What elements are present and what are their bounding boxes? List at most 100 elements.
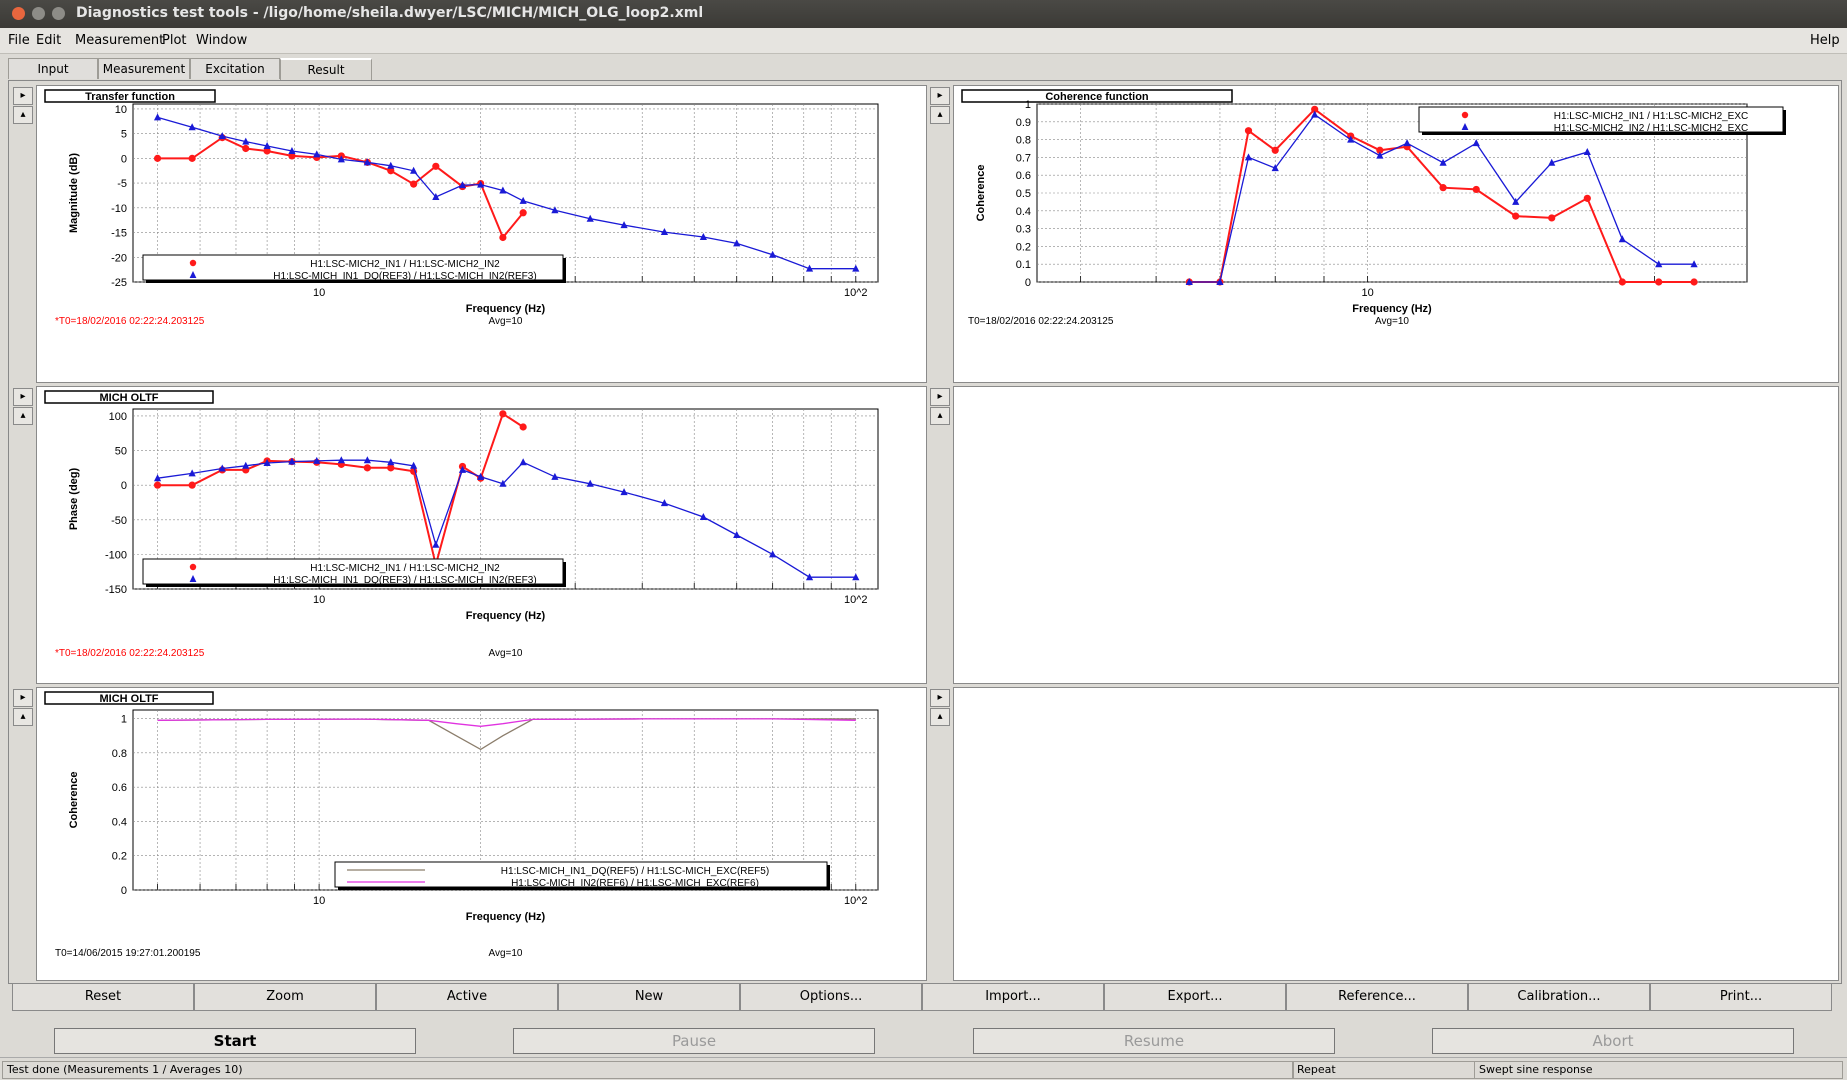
tab-excitation[interactable]: Excitation <box>190 58 280 79</box>
pad4-select-arrow-icon[interactable]: ▴ <box>930 407 950 425</box>
export-button[interactable]: Export... <box>1104 983 1286 1011</box>
data-point-red <box>1548 214 1556 222</box>
x-axis-label: Frequency (Hz) <box>466 610 546 622</box>
pad6-select-arrow-icon[interactable]: ▴ <box>930 708 950 726</box>
reference-coherence-plot: MICH OLTF 1 0.8 0.6 0.4 0.2 0 10 10^2 Frequency (… <box>44 691 879 959</box>
pad5-options-arrow-icon[interactable]: ▸ <box>13 689 33 707</box>
x-tick-label: 10 <box>313 895 325 907</box>
timestamp-label: T0=14/06/2015 19:27:01.200195 <box>55 948 201 959</box>
transfer-function-plot: Transfer function1050-5-10-15-20-2510 10^… <box>44 89 879 327</box>
y-tick-label: 0.8 <box>112 748 127 760</box>
pad1-options-arrow-icon[interactable]: ▸ <box>13 87 33 105</box>
data-point-red <box>188 154 196 162</box>
y-tick-label: 0.1 <box>1016 259 1031 271</box>
y-tick-label: -25 <box>111 277 127 289</box>
timestamp-label: T0=18/02/2016 02:22:24.203125 <box>968 316 1114 327</box>
pad-title: Transfer function <box>85 91 175 103</box>
timestamp-label: *T0=18/02/2016 02:22:24.203125 <box>55 316 205 327</box>
phase-plot: MICH OLTF 100 50 0 -50 -100 -150 10 10^2 Frequenc… <box>44 390 879 659</box>
print-button[interactable]: Print... <box>1650 983 1832 1011</box>
y-tick-label: 0 <box>121 480 127 492</box>
pad-coherence-function[interactable]: Coherence function 1 0.9 0.8 0.7 0.6 0.5 0.4 0.3… <box>953 85 1839 383</box>
y-axis-label: Magnitude (dB) <box>68 153 80 233</box>
pad-empty-right-middle[interactable] <box>953 386 1839 684</box>
pad3-options-arrow-icon[interactable]: ▸ <box>13 388 33 406</box>
legend-label: H1:LSC-MICH2_IN2 / H1:LSC-MICH2_EXC <box>1554 123 1749 134</box>
resume-button[interactable]: Resume <box>973 1028 1335 1054</box>
tab-measurement[interactable]: Measurement <box>98 58 190 79</box>
pad-empty-right-bottom[interactable] <box>953 687 1839 981</box>
status-bar: Test done (Measurements 1 / Averages 10)… <box>0 1057 1847 1080</box>
data-point-red <box>363 464 371 472</box>
menu-measurement[interactable]: Measurement <box>75 33 164 48</box>
pad3-select-arrow-icon[interactable]: ▴ <box>13 407 33 425</box>
menu-edit[interactable]: Edit <box>36 33 61 48</box>
y-tick-label: 50 <box>115 446 127 458</box>
tab-input[interactable]: Input <box>8 58 98 79</box>
data-point-red <box>242 144 250 153</box>
start-button[interactable]: Start <box>54 1028 416 1054</box>
y-tick-label: -150 <box>105 584 127 596</box>
pad-mich-oltf-coherence[interactable]: MICH OLTF 1 0.8 0.6 0.4 0.2 0 10 10^2 Frequency (… <box>36 687 927 981</box>
pad1-select-arrow-icon[interactable]: ▴ <box>13 106 33 124</box>
y-tick-label: -10 <box>111 203 127 215</box>
data-point-red <box>499 410 507 418</box>
data-point-red <box>1512 212 1520 220</box>
legend-label: H1:LSC-MICH2_IN1 / H1:LSC-MICH2_IN2 <box>310 259 500 270</box>
pad6-options-arrow-icon[interactable]: ▸ <box>930 689 950 707</box>
legend-label: H1:LSC-MICH2_IN1 / H1:LSC-MICH2_IN2 <box>310 563 500 574</box>
close-window-button[interactable] <box>12 7 25 20</box>
data-point-red <box>1655 278 1663 286</box>
pad4-options-arrow-icon[interactable]: ▸ <box>930 388 950 406</box>
pad5-select-arrow-icon[interactable]: ▴ <box>13 708 33 726</box>
y-tick-label: -5 <box>117 178 127 190</box>
menu-plot[interactable]: Plot <box>162 33 187 48</box>
pad-mich-oltf-phase[interactable]: MICH OLTF 100 50 0 -50 -100 -150 10 10^2 Frequenc… <box>36 386 927 684</box>
menu-help[interactable]: Help <box>1810 33 1840 48</box>
tab-result[interactable]: Result <box>280 58 372 80</box>
maximize-window-button[interactable] <box>52 7 65 20</box>
y-tick-label: 0.6 <box>112 782 127 794</box>
x-axis-label: Frequency (Hz) <box>466 911 546 923</box>
pad-title: MICH OLTF <box>99 392 158 404</box>
x-tick-label: 10 <box>313 594 325 606</box>
legend-label: H1:LSC-MICH_IN2(REF6) / H1:LSC-MICH_EXC(… <box>511 878 759 889</box>
import-button[interactable]: Import... <box>922 983 1104 1011</box>
menu-file[interactable]: File <box>8 33 30 48</box>
legend-symbol-red <box>189 563 197 571</box>
pause-button[interactable]: Pause <box>513 1028 875 1054</box>
options-button[interactable]: Options... <box>740 983 922 1011</box>
data-point-red <box>410 180 418 188</box>
title-bar: Diagnostics test tools - /ligo/home/shei… <box>0 0 1847 28</box>
data-point-red <box>1244 127 1253 135</box>
pad2-options-arrow-icon[interactable]: ▸ <box>930 87 950 105</box>
y-tick-label: 5 <box>121 129 127 141</box>
y-tick-label: -20 <box>111 252 127 264</box>
x-tick-label: 10^2 <box>844 895 868 907</box>
reference-button[interactable]: Reference... <box>1286 983 1468 1011</box>
minimize-window-button[interactable] <box>32 7 45 20</box>
plot-toolbar: Reset Zoom Active New Options... Import.… <box>8 983 1840 1011</box>
menu-window[interactable]: Window <box>196 33 247 48</box>
pad2-select-arrow-icon[interactable]: ▴ <box>930 106 950 124</box>
calibration-button[interactable]: Calibration... <box>1468 983 1650 1011</box>
zoom-button[interactable]: Zoom <box>194 983 376 1011</box>
data-point-red <box>1583 194 1591 202</box>
data-point-red <box>519 209 527 217</box>
data-point-red <box>1271 146 1279 154</box>
y-tick-label: 0 <box>121 153 127 165</box>
reset-button[interactable]: Reset <box>12 983 194 1011</box>
x-tick-label: 10 <box>1361 287 1373 299</box>
y-tick-label: 0.4 <box>1016 206 1031 218</box>
legend-label: H1:LSC-MICH_IN1_DQ(REF5) / H1:LSC-MICH_E… <box>501 866 769 877</box>
status-message: Test done (Measurements 1 / Averages 10) <box>2 1061 1294 1079</box>
y-tick-label: 0.3 <box>1016 224 1031 236</box>
new-button[interactable]: New <box>558 983 740 1011</box>
average-label: Avg=10 <box>488 316 522 327</box>
active-button[interactable]: Active <box>376 983 558 1011</box>
x-tick-label: 10 <box>313 287 325 299</box>
pad-transfer-function[interactable]: Transfer function 10 5 0 -5 -10 -15 -20 -25 10 10^… <box>36 85 927 383</box>
abort-button[interactable]: Abort <box>1432 1028 1794 1054</box>
average-label: Avg=10 <box>1375 316 1409 327</box>
y-tick-label: 0.4 <box>112 816 127 828</box>
